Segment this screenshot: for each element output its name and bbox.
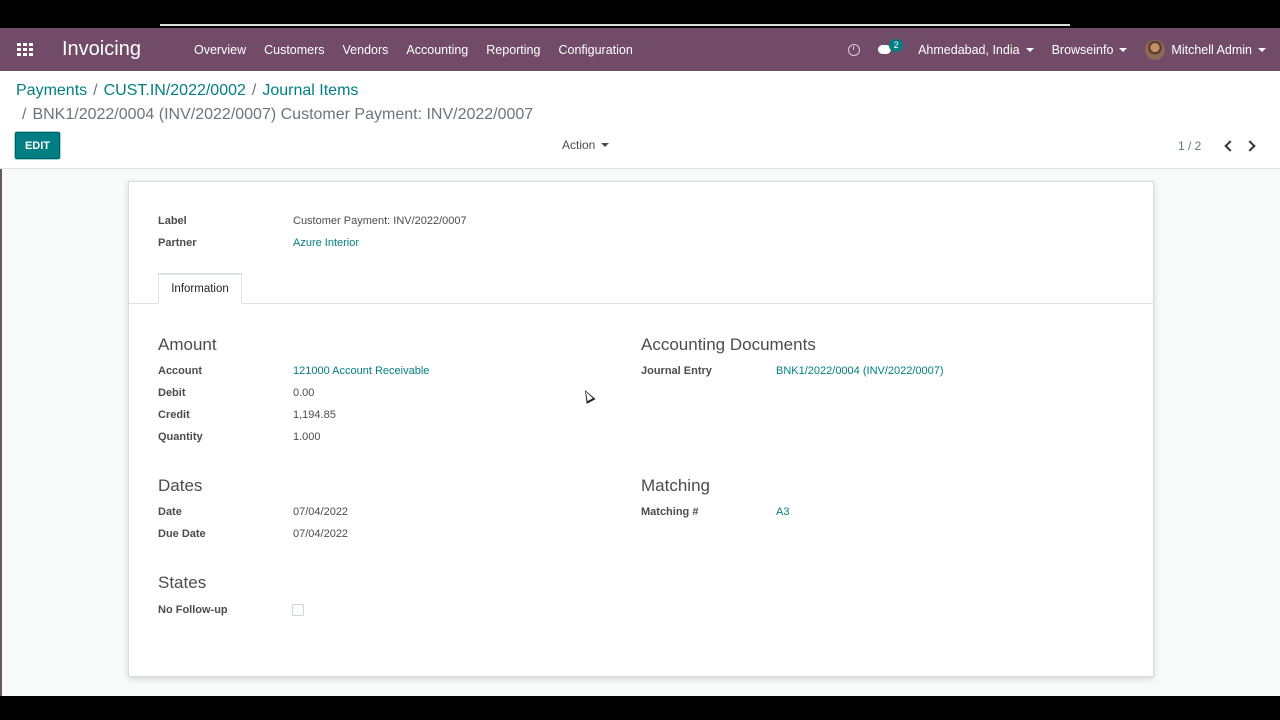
location-dropdown[interactable]: Ahmedabad, India [918,42,1034,57]
menu-configuration[interactable]: Configuration [549,43,641,57]
menu-vendors[interactable]: Vendors [334,43,398,57]
breadcrumb-payment-record[interactable]: CUST.IN/2022/0002 [104,82,246,99]
partner-caption: Partner [158,237,197,249]
page-title: BNK1/2022/0004 (INV/2022/0007) Customer … [32,106,534,123]
field-label-credit: Credit [158,409,190,421]
breadcrumb-current: / BNK1/2022/0004 (INV/2022/0007) Customer… [22,106,534,123]
group-title-accounting-documents: Accounting Documents [641,335,816,354]
field-value-due-date: 07/04/2022 [293,528,349,540]
user-menu[interactable]: Mitchell Admin [1145,39,1266,60]
chevron-left-icon[interactable] [1222,139,1236,153]
field-value-journal-entry[interactable]: BNK1/2022/0004 (INV/2022/0007) [776,365,944,377]
group-title-matching: Matching [641,476,710,495]
field-label-account: Account [158,365,202,377]
breadcrumb-journal-items[interactable]: Journal Items [262,82,358,99]
top-menu: Overview Customers Vendors Accounting Re… [185,28,642,71]
main-navbar: Invoicing Overview Customers Vendors Acc… [0,28,1280,71]
label-value: Customer Payment: INV/2022/0007 [293,215,467,227]
breadcrumb-payments[interactable]: Payments [16,82,87,99]
menu-overview[interactable]: Overview [185,43,255,57]
odoo-app: Invoicing Overview Customers Vendors Acc… [0,28,1280,696]
window-strip [160,24,1070,26]
chevron-down-icon [1119,47,1128,52]
action-label: Action [562,138,596,152]
field-value-account[interactable]: 121000 Account Receivable [293,365,429,377]
edit-button[interactable]: EDIT [15,132,60,159]
left-edge-line [0,168,2,696]
pager-value[interactable]: 1 / 2 [1178,139,1201,153]
window-top-bar [0,0,1280,28]
field-label-debit: Debit [158,387,186,399]
form-sheet: Label Customer Payment: INV/2022/0007 Pa… [128,181,1154,677]
field-label-no-follow-up: No Follow-up [158,604,228,616]
breadcrumb: Payments / CUST.IN/2022/0002/Journal Items [16,82,359,99]
apps-grid-icon[interactable] [17,43,33,56]
company-label: Browseinfo [1051,42,1114,57]
partner-link[interactable]: Azure Interior [293,237,359,249]
group-title-dates: Dates [158,476,203,495]
field-label-journal-entry: Journal Entry [641,365,712,377]
group-title-amount: Amount [158,335,217,354]
action-dropdown[interactable]: Action [562,138,610,152]
chevron-down-icon [1258,47,1266,52]
chevron-right-icon[interactable] [1245,139,1259,153]
control-panel: Payments / CUST.IN/2022/0002/Journal Items… [0,71,1280,169]
avatar [1145,39,1166,60]
label-caption: Label [158,215,187,227]
field-value-debit: 0.00 [293,387,315,399]
field-value-credit: 1,194.85 [293,409,336,421]
field-label-matching: Matching # [641,506,699,518]
no-follow-up-checkbox[interactable] [292,604,304,616]
app-title[interactable]: Invoicing [62,38,141,61]
user-name: Mitchell Admin [1171,42,1252,57]
location-label: Ahmedabad, India [918,42,1020,57]
menu-customers[interactable]: Customers [255,43,333,57]
field-value-matching[interactable]: A3 [776,506,789,518]
messaging-button[interactable]: 2 [878,38,904,58]
menu-accounting[interactable]: Accounting [397,43,477,57]
menu-reporting[interactable]: Reporting [477,43,549,57]
company-dropdown[interactable]: Browseinfo [1052,43,1128,57]
navbar-systray: 2 Ahmedabad, India Browseinfo Mitchell A… [830,28,1266,71]
chat-count-badge: 2 [889,38,904,52]
field-label-quantity: Quantity [158,431,203,443]
field-label-due-date: Due Date [158,528,206,540]
chevron-down-icon [1025,47,1034,52]
tabs-divider [129,303,1153,304]
field-value-quantity: 1.000 [293,431,321,443]
clock-icon [848,43,861,56]
chevron-down-icon [601,143,610,147]
activity-button[interactable] [848,43,861,56]
window-bottom-bar [0,696,1280,720]
tab-information[interactable]: Information [158,273,242,304]
field-value-date: 07/04/2022 [293,506,349,518]
field-label-date: Date [158,506,182,518]
group-title-states: States [158,573,207,592]
